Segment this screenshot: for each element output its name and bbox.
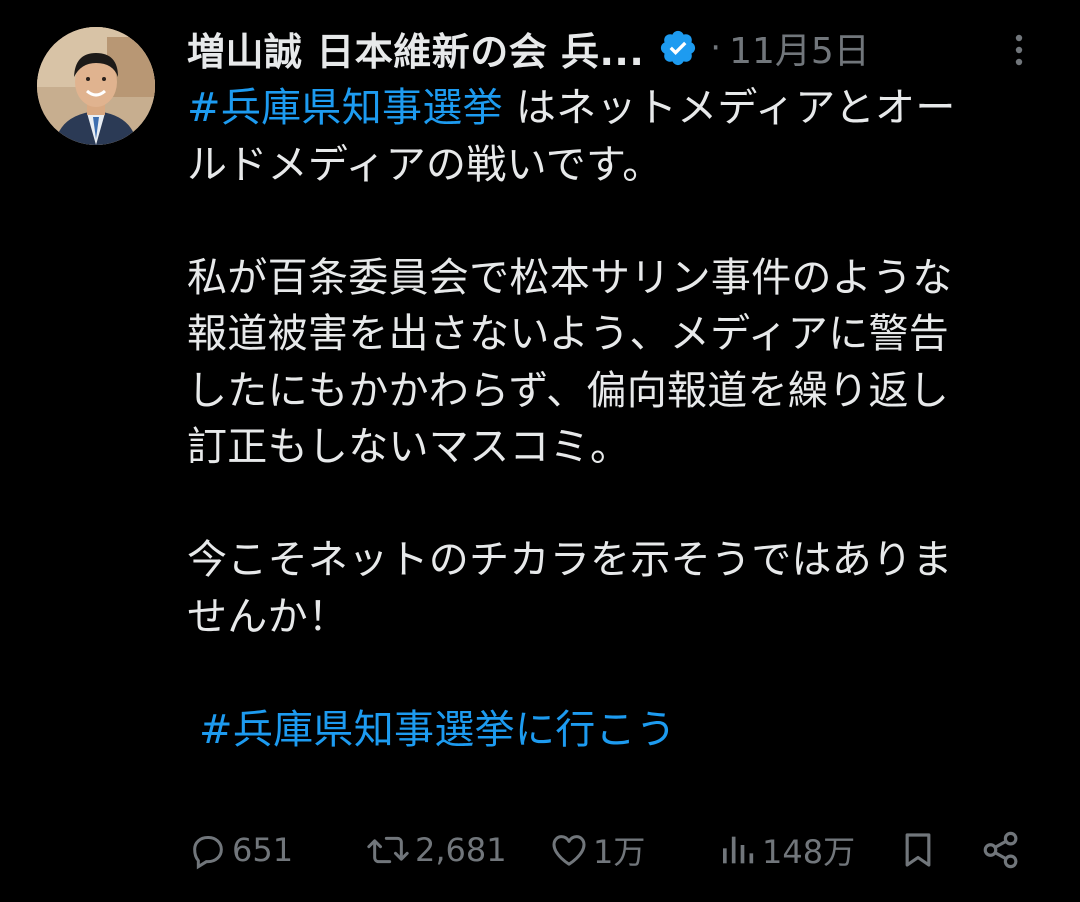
body-line: 私が百条委員会で松本サリン事件のような xyxy=(187,254,953,301)
reply-count: 651 xyxy=(232,831,294,869)
bookmark-button[interactable] xyxy=(898,820,938,880)
hashtag-link[interactable]: #兵庫県知事選挙 xyxy=(187,85,503,131)
closing-hashtag-link[interactable]: #兵庫県知事選挙に行こう xyxy=(187,702,1057,759)
retweet-icon xyxy=(365,830,411,870)
tweet-body: #兵庫県知事選挙 はネットメディアとオー ルドメディアの戦いです。 私が百条委員… xyxy=(187,80,1057,758)
body-text-segment: はネットメディアとオー xyxy=(502,85,956,131)
header-separator: · xyxy=(710,28,722,68)
reply-icon xyxy=(188,830,228,870)
reply-button[interactable]: 651 xyxy=(188,820,293,880)
body-line: したにもかかわらず、偏向報道を繰り返し xyxy=(187,367,950,414)
views-icon xyxy=(718,830,758,870)
like-button[interactable]: 1万 xyxy=(549,820,645,880)
retweet-button[interactable]: 2,681 xyxy=(365,820,507,880)
share-button[interactable] xyxy=(980,820,1022,880)
body-line: 報道被害を出さないよう、メディアに警告 xyxy=(187,311,950,357)
retweet-count: 2,681 xyxy=(415,831,507,869)
author-name[interactable]: 増山誠 日本維新の会 兵... xyxy=(187,21,644,76)
share-icon xyxy=(980,829,1022,871)
body-line: 今こそネットのチカラを示そうではありま xyxy=(187,537,953,583)
tweet-header: 増山誠 日本維新の会 兵... · 11月5日 xyxy=(187,20,870,76)
more-icon[interactable] xyxy=(1004,30,1034,70)
body-line-1: #兵庫県知事選挙 はネットメディアとオー xyxy=(187,80,1057,137)
bookmark-icon xyxy=(898,829,938,871)
body-line: 訂正もしないマスコミ。 xyxy=(187,424,631,470)
body-line: せんか！ xyxy=(187,593,349,640)
avatar[interactable] xyxy=(37,27,155,145)
body-line-2: ルドメディアの戦いです。 xyxy=(187,141,663,188)
like-icon xyxy=(549,830,589,870)
like-count: 1万 xyxy=(593,833,646,871)
views-count: 148万 xyxy=(762,833,856,871)
verified-badge-icon[interactable] xyxy=(658,28,698,68)
post-date[interactable]: 11月5日 xyxy=(729,22,870,74)
views-button[interactable]: 148万 xyxy=(718,820,855,880)
action-bar: 651 2,681 1万 148万 xyxy=(0,820,1080,880)
